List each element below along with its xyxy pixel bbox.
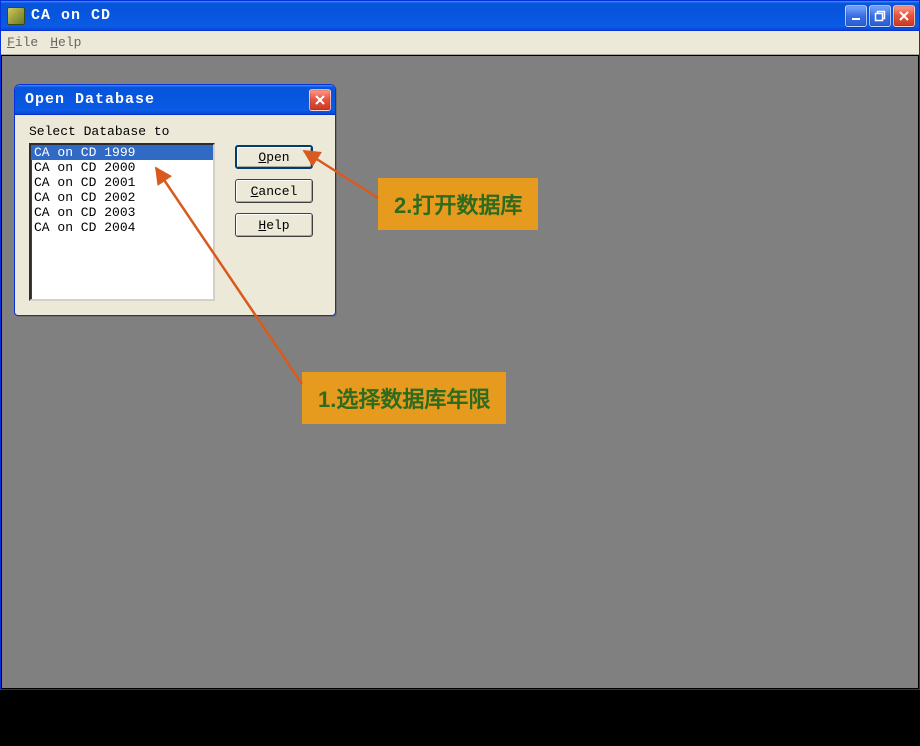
list-item[interactable]: CA on CD 2003 xyxy=(31,205,213,220)
menu-help[interactable]: Help xyxy=(50,35,81,50)
list-item[interactable]: CA on CD 1999 xyxy=(31,145,213,160)
help-button[interactable]: Help xyxy=(235,213,313,237)
dialog-label: Select Database to xyxy=(29,124,321,139)
open-button[interactable]: Open xyxy=(235,145,313,169)
main-window: CA on CD File Help Open Database xyxy=(0,0,920,690)
menubar: File Help xyxy=(1,31,919,55)
app-title: CA on CD xyxy=(31,7,111,24)
restore-button[interactable] xyxy=(869,5,891,27)
dialog-body: Select Database to CA on CD 1999CA on CD… xyxy=(18,115,332,312)
list-item[interactable]: CA on CD 2001 xyxy=(31,175,213,190)
menu-file[interactable]: File xyxy=(7,35,38,50)
dialog-close-button[interactable] xyxy=(309,89,331,111)
app-icon xyxy=(7,7,25,25)
annotation-step-2: 2.打开数据库 xyxy=(378,178,538,230)
database-listbox[interactable]: CA on CD 1999CA on CD 2000CA on CD 2001C… xyxy=(29,143,215,301)
open-database-dialog: Open Database Select Database to CA on C… xyxy=(14,84,336,316)
list-item[interactable]: CA on CD 2002 xyxy=(31,190,213,205)
dialog-title: Open Database xyxy=(25,91,155,108)
workspace: Open Database Select Database to CA on C… xyxy=(2,56,918,688)
main-titlebar: CA on CD xyxy=(1,1,919,31)
list-item[interactable]: CA on CD 2000 xyxy=(31,160,213,175)
dialog-titlebar[interactable]: Open Database xyxy=(15,85,335,115)
minimize-button[interactable] xyxy=(845,5,867,27)
close-button[interactable] xyxy=(893,5,915,27)
annotation-step-1: 1.选择数据库年限 xyxy=(302,372,506,424)
cancel-button[interactable]: Cancel xyxy=(235,179,313,203)
list-item[interactable]: CA on CD 2004 xyxy=(31,220,213,235)
